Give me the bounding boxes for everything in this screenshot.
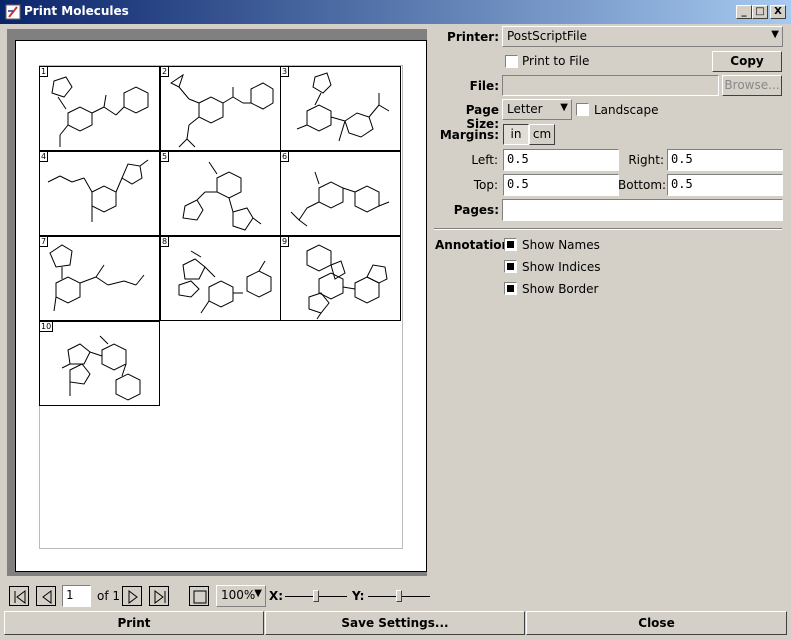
chevron-down-icon: ▼: [254, 588, 262, 599]
browse-button[interactable]: Browse...: [722, 75, 782, 96]
landscape-checkbox[interactable]: [576, 103, 589, 116]
save-settings-button[interactable]: Save Settings...: [265, 611, 525, 635]
molecule-structure: [49, 244, 145, 312]
molecule-cell: 6: [280, 151, 401, 236]
pages-input[interactable]: [502, 199, 783, 221]
landscape-label: Landscape: [594, 103, 659, 117]
page-number-input[interactable]: 1: [62, 585, 91, 607]
print-to-file-checkbox[interactable]: [505, 55, 518, 68]
right-margin-label: Right:: [628, 153, 664, 167]
molecule-cell: 10: [39, 321, 160, 406]
zoom-select[interactable]: 100% ▼: [216, 585, 266, 607]
molecule-structure: [61, 335, 141, 401]
page-size-label: Page Size:: [465, 103, 499, 131]
fit-page-button[interactable]: [189, 586, 209, 606]
molecule-structure: [306, 244, 388, 320]
copy-emf-button[interactable]: Copy EMF+: [712, 51, 782, 87]
maximize-button[interactable]: □: [752, 5, 768, 19]
file-label: File:: [469, 79, 499, 93]
close-window-button[interactable]: X: [770, 5, 786, 19]
next-page-button[interactable]: [122, 586, 142, 606]
molecule-structure: [51, 76, 149, 147]
page-size-select[interactable]: Letter ▼: [502, 99, 572, 120]
window-title: Print Molecules: [24, 4, 129, 18]
print-to-file-label: Print to File: [522, 54, 590, 68]
show-indices-checkbox[interactable]: [504, 260, 517, 273]
y-label: Y:: [352, 589, 365, 603]
first-page-button[interactable]: [9, 586, 29, 606]
molecule-structure: [170, 73, 274, 148]
molecule-structure: [182, 161, 262, 231]
molecule-structure: [47, 159, 149, 222]
molecule-cell: 5: [160, 151, 281, 236]
previous-page-button[interactable]: [36, 586, 56, 606]
print-button[interactable]: Print: [4, 611, 264, 635]
next-page-icon: [128, 590, 138, 604]
molecule-cell: 8: [160, 236, 281, 321]
printer-label: Printer:: [447, 30, 499, 44]
x-label: X:: [269, 589, 284, 603]
molecule-structure: [178, 250, 272, 314]
left-margin-input[interactable]: 0.5: [503, 149, 619, 171]
zoom-value: 100%: [221, 588, 256, 602]
right-margin-input[interactable]: 0.5: [667, 149, 783, 171]
top-margin-input[interactable]: 0.5: [503, 174, 619, 196]
printer-value: PostScriptFile: [507, 29, 587, 43]
unit-cm-toggle[interactable]: cm: [529, 124, 555, 145]
x-slider-thumb[interactable]: [313, 590, 319, 602]
title-bar: Print Molecules _ □ X: [0, 0, 791, 24]
app-icon: [5, 4, 21, 20]
molecule-cell: 2: [160, 66, 281, 151]
page-size-value: Letter: [507, 102, 543, 116]
pages-label: Pages:: [453, 203, 499, 217]
molecule-cell: 3: [280, 66, 401, 151]
show-names-label: Show Names: [522, 238, 600, 252]
minimize-button[interactable]: _: [736, 5, 752, 19]
fit-page-icon: [193, 590, 207, 604]
molecule-cell: 4: [39, 151, 160, 236]
show-border-label: Show Border: [522, 282, 599, 296]
y-slider-thumb[interactable]: [396, 590, 402, 602]
chevron-down-icon: ▼: [560, 102, 568, 113]
close-button[interactable]: Close: [526, 611, 787, 635]
left-margin-label: Left:: [471, 153, 498, 167]
last-page-button[interactable]: [149, 586, 169, 606]
show-names-checkbox[interactable]: [504, 238, 517, 251]
molecule-cell: 7: [39, 236, 160, 321]
unit-in-toggle[interactable]: in: [503, 124, 529, 145]
bottom-margin-input[interactable]: 0.5: [667, 174, 783, 196]
show-border-checkbox[interactable]: [504, 282, 517, 295]
file-path-input[interactable]: [502, 75, 719, 96]
annotation-label: Annotation:: [435, 238, 515, 252]
last-page-icon: [154, 590, 166, 604]
first-page-icon: [14, 590, 26, 604]
molecule-cell: 9: [280, 236, 401, 321]
section-divider: [434, 228, 782, 230]
molecule-structure: [290, 171, 390, 227]
top-margin-label: Top:: [473, 178, 498, 192]
show-indices-label: Show Indices: [522, 260, 601, 274]
printer-select[interactable]: PostScriptFile ▼: [502, 26, 783, 47]
molecule-cell: 1: [39, 66, 160, 151]
chevron-down-icon: ▼: [771, 29, 779, 40]
page-count-label: of 1: [97, 589, 121, 603]
molecule-structure: [296, 72, 390, 142]
bottom-margin-label: Bottom:: [618, 178, 667, 192]
previous-page-icon: [42, 590, 52, 604]
margins-label: Margins:: [439, 128, 499, 142]
